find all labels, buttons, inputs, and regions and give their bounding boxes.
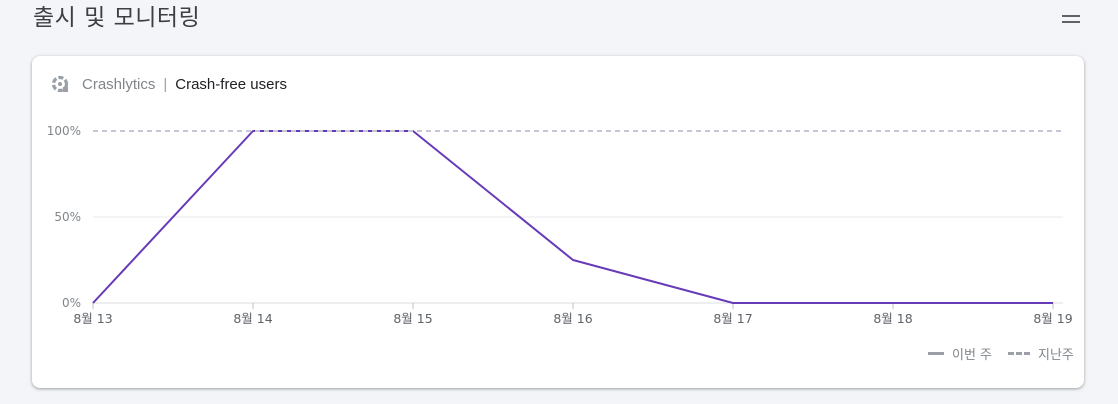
x-tick-label: 8월 19: [1033, 311, 1072, 326]
legend-label-last-week: 지난주: [1038, 348, 1074, 363]
x-tick-label: 8월 15: [393, 311, 432, 326]
release-monitoring-page: 출시 및 모니터링 Crashlytics | Crash-free users…: [0, 0, 1118, 404]
crash-free-users-card: Crashlytics | Crash-free users 0% 50% 100%…: [32, 56, 1084, 388]
legend-label-this-week: 이번 주: [952, 348, 993, 363]
x-tick-label: 8월 17: [713, 311, 752, 326]
x-tick-label: 8월 18: [873, 311, 912, 326]
legend-swatch-solid: [928, 352, 944, 355]
y-tick-label: 0%: [62, 296, 81, 310]
chart-legend: 이번 주 지난주: [912, 344, 1074, 363]
legend-item-this-week[interactable]: 이번 주: [928, 344, 992, 363]
crash-free-users-chart: 0% 50% 100% 8월 13 8월 14 8월 15 8월 16 8월 17 8월 18 8…: [47, 124, 1073, 326]
menu-icon[interactable]: [1060, 12, 1084, 28]
x-tick-label: 8월 13: [73, 311, 112, 326]
x-tick-label: 8월 16: [553, 311, 592, 326]
section-title: 출시 및 모니터링: [33, 5, 201, 31]
x-tick-label: 8월 14: [233, 311, 272, 326]
legend-item-last-week[interactable]: 지난주: [1008, 344, 1074, 363]
y-tick-label: 100%: [47, 124, 81, 138]
y-tick-label: 50%: [54, 210, 81, 224]
legend-swatch-dashed: [1008, 352, 1031, 355]
